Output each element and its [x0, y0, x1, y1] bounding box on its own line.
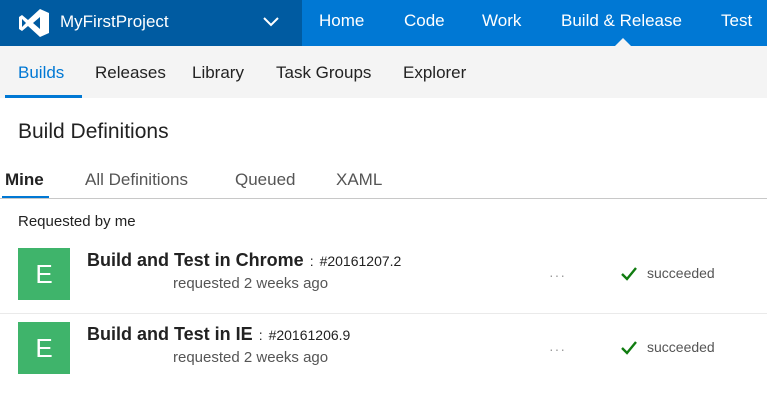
build-number[interactable]: #20161207.2: [320, 253, 402, 269]
sub-nav-bar: Builds Releases Library Task Groups Expl…: [0, 46, 767, 98]
chevron-down-icon[interactable]: [262, 15, 280, 29]
build-avatar: E: [18, 322, 70, 374]
active-nav-pointer: [615, 38, 631, 46]
row-divider: [0, 313, 767, 314]
build-number[interactable]: #20161206.9: [269, 327, 351, 343]
build-title[interactable]: Build and Test in Chrome: #20161207.2: [87, 250, 401, 271]
tab-all-definitions[interactable]: All Definitions: [85, 170, 188, 190]
build-title[interactable]: Build and Test in IE: #20161206.9: [87, 324, 350, 345]
nav-home[interactable]: Home: [319, 0, 364, 46]
build-definition-name[interactable]: Build and Test in Chrome: [87, 250, 304, 270]
project-selector[interactable]: MyFirstProject: [0, 0, 302, 46]
nav-code[interactable]: Code: [404, 0, 445, 46]
page-title: Build Definitions: [18, 120, 169, 143]
requested-time: requested 2 weeks ago: [173, 349, 329, 366]
check-icon: [621, 267, 637, 281]
build-row[interactable]: E Build and Test in IE: #20161206.9 reque…: [0, 322, 767, 394]
tab-mine[interactable]: Mine: [5, 170, 44, 190]
build-definition-name[interactable]: Build and Test in IE: [87, 324, 253, 344]
subnav-library[interactable]: Library: [192, 46, 244, 98]
subnav-releases[interactable]: Releases: [95, 46, 166, 98]
more-actions-button[interactable]: ···: [549, 268, 566, 282]
tab-xaml[interactable]: XAML: [336, 170, 382, 190]
build-avatar: E: [18, 248, 70, 300]
check-icon: [621, 341, 637, 355]
more-actions-button[interactable]: ···: [549, 342, 566, 356]
build-row[interactable]: E Build and Test in Chrome: #20161207.2 r…: [0, 248, 767, 320]
tab-queued[interactable]: Queued: [235, 170, 296, 190]
subnav-task-groups[interactable]: Task Groups: [276, 46, 371, 98]
build-name-separator: :: [309, 253, 314, 269]
subnav-explorer[interactable]: Explorer: [403, 46, 466, 98]
build-status: succeeded: [647, 265, 715, 281]
top-nav-bar: MyFirstProject Home Code Work Build & Re…: [0, 0, 767, 46]
build-name-separator: :: [258, 327, 263, 343]
project-name: MyFirstProject: [60, 12, 169, 31]
visual-studio-logo-icon: [19, 9, 49, 37]
requested-time: requested 2 weeks ago: [173, 275, 329, 292]
nav-work[interactable]: Work: [482, 0, 521, 46]
section-header: Requested by me: [18, 213, 136, 230]
build-status: succeeded: [647, 339, 715, 355]
subnav-active-indicator: [5, 95, 82, 98]
subnav-builds[interactable]: Builds: [18, 46, 64, 98]
nav-test[interactable]: Test: [721, 0, 752, 46]
tabs-divider: [0, 198, 767, 199]
